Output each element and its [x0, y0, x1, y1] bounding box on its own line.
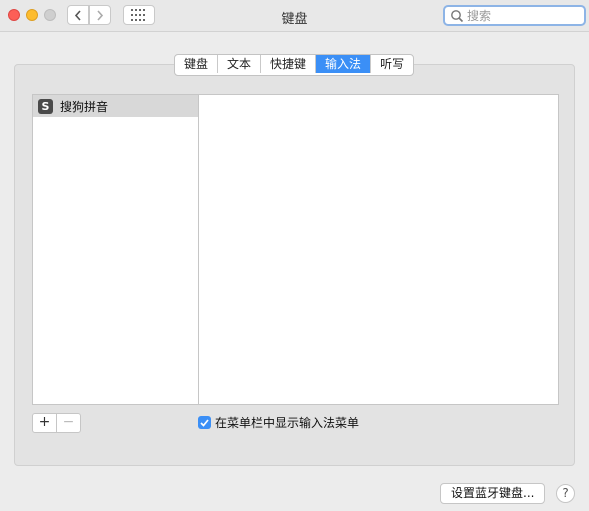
- search-icon: [450, 9, 464, 23]
- help-button[interactable]: ?: [556, 484, 575, 503]
- sogou-icon: S: [38, 98, 53, 114]
- show-menu-option[interactable]: 在菜单栏中显示输入法菜单: [198, 414, 359, 431]
- search-field[interactable]: [443, 5, 586, 26]
- show-menu-checkbox[interactable]: [198, 416, 211, 429]
- tab-text[interactable]: 文本: [218, 55, 262, 73]
- title-bar: 键盘: [0, 0, 589, 32]
- tab-input-sources[interactable]: 输入法: [316, 55, 372, 73]
- show-menu-label: 在菜单栏中显示输入法菜单: [215, 416, 360, 430]
- tab-bar: 键盘 文本 快捷键 输入法 听写: [174, 54, 415, 76]
- add-remove-control: + −: [32, 413, 81, 433]
- tab-shortcuts[interactable]: 快捷键: [261, 55, 317, 73]
- setup-bluetooth-keyboard-button[interactable]: 设置蓝牙键盘...: [440, 483, 546, 504]
- tab-dictation[interactable]: 听写: [371, 55, 413, 73]
- input-source-detail-pane: [199, 94, 559, 405]
- list-item[interactable]: S 搜狗拼音: [33, 95, 198, 117]
- checkmark-icon: [200, 418, 209, 427]
- remove-input-source-button[interactable]: −: [57, 414, 80, 432]
- list-item-label: 搜狗拼音: [60, 99, 109, 114]
- add-input-source-button[interactable]: +: [33, 414, 57, 432]
- tab-keyboard[interactable]: 键盘: [175, 55, 219, 73]
- input-source-list[interactable]: S 搜狗拼音: [32, 94, 199, 405]
- search-input[interactable]: [467, 8, 577, 23]
